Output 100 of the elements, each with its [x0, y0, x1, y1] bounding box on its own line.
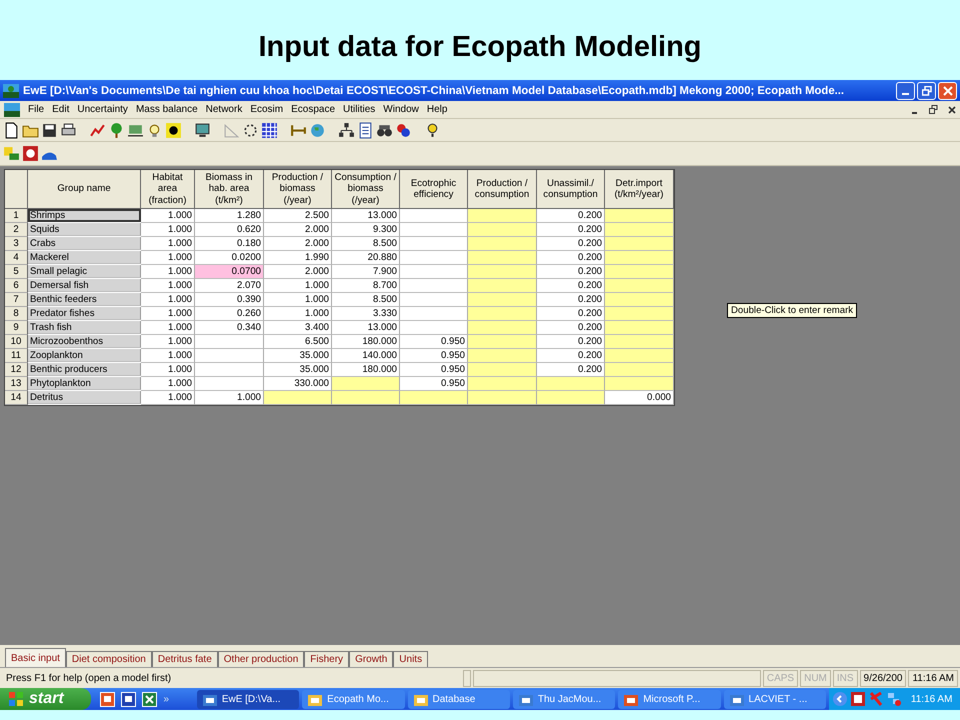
table-cell[interactable] — [468, 265, 537, 279]
group-name-cell[interactable]: Benthic feeders — [28, 293, 141, 306]
table-cell[interactable]: 3.400 — [264, 321, 332, 335]
table-cell[interactable]: 0.950 — [400, 349, 468, 363]
globe-icon[interactable] — [309, 122, 326, 138]
menu-item[interactable]: Ecospace — [291, 104, 336, 115]
table-cell[interactable] — [195, 377, 264, 391]
table-cell[interactable]: 6.500 — [264, 335, 332, 349]
table-cell[interactable]: 1.000 — [264, 293, 332, 307]
table-cell[interactable]: 2.500 — [264, 209, 332, 223]
group-name-cell[interactable]: Demersal fish — [28, 279, 141, 292]
table-cell[interactable]: 0.200 — [537, 321, 605, 335]
table-cell[interactable] — [605, 307, 674, 321]
table-cell[interactable]: 0.340 — [195, 321, 264, 335]
taskbar-button[interactable]: Ecopath Mo... — [302, 690, 404, 708]
table-cell[interactable] — [468, 223, 537, 237]
table-cell[interactable]: 3.330 — [332, 307, 400, 321]
minimize-button[interactable] — [896, 82, 915, 100]
table-cell[interactable] — [605, 251, 674, 265]
table-cell[interactable]: 0.200 — [537, 335, 605, 349]
print-icon[interactable] — [60, 122, 77, 138]
table-cell[interactable] — [468, 293, 537, 307]
table-cell[interactable]: 140.000 — [332, 349, 400, 363]
table-cell[interactable]: 0.200 — [537, 265, 605, 279]
taskbar-button[interactable]: Database — [408, 690, 510, 708]
taskbar-button[interactable]: Thu JacMou... — [512, 690, 616, 708]
table-cell[interactable] — [400, 265, 468, 279]
group-name-cell[interactable]: Squids — [28, 223, 141, 236]
table-cell[interactable] — [400, 307, 468, 321]
table-cell[interactable] — [400, 223, 468, 237]
table-cell[interactable]: 1.000 — [141, 349, 195, 363]
table-cell[interactable]: 1.280 — [195, 209, 264, 223]
table-cell[interactable]: 0.200 — [537, 251, 605, 265]
table-cell[interactable]: 2.070 — [195, 279, 264, 293]
table-cell[interactable]: 35.000 — [264, 349, 332, 363]
table-cell[interactable] — [605, 223, 674, 237]
group-name-cell[interactable]: Predator fishes — [28, 307, 141, 320]
table-cell[interactable]: 1.000 — [141, 321, 195, 335]
table-cell[interactable]: 20.880 — [332, 251, 400, 265]
table-cell[interactable]: 1.000 — [141, 223, 195, 237]
close-button[interactable] — [938, 82, 957, 100]
group-name-cell[interactable]: Benthic producers — [28, 363, 141, 376]
table-cell[interactable] — [400, 293, 468, 307]
tree-icon[interactable] — [108, 122, 125, 138]
table-cell[interactable]: 0.620 — [195, 223, 264, 237]
monitor-icon[interactable] — [194, 122, 211, 138]
taskbar-button[interactable]: EwE [D:\Va... — [196, 690, 300, 708]
table-cell[interactable]: 1.000 — [141, 363, 195, 377]
taskbar-button[interactable]: Microsoft P... — [618, 690, 721, 708]
table-cell[interactable]: 9.300 — [332, 223, 400, 237]
table-cell[interactable]: 180.000 — [332, 335, 400, 349]
table-cell[interactable]: 0.390 — [195, 293, 264, 307]
table-cell[interactable]: 2.000 — [264, 237, 332, 251]
table-cell[interactable]: 1.000 — [264, 307, 332, 321]
menu-item[interactable]: Help — [426, 104, 448, 115]
chevron[interactable]: » — [163, 694, 169, 704]
menu-item[interactable]: Mass balance — [136, 104, 198, 115]
table-cell[interactable]: 8.700 — [332, 279, 400, 293]
table-cell[interactable]: 0.200 — [537, 307, 605, 321]
table-cell[interactable]: 0.200 — [537, 363, 605, 377]
table-cell[interactable] — [605, 265, 674, 279]
table-cell[interactable]: 1.000 — [141, 391, 195, 405]
table-cell[interactable] — [468, 335, 537, 349]
table-cell[interactable]: 0.950 — [400, 335, 468, 349]
restore-button[interactable] — [917, 82, 936, 100]
table-cell[interactable] — [605, 293, 674, 307]
menu-item[interactable]: File — [28, 104, 44, 115]
table-cell[interactable] — [400, 251, 468, 265]
table-cell[interactable]: 35.000 — [264, 363, 332, 377]
hierarchy-icon[interactable] — [338, 122, 355, 138]
tab[interactable]: Basic input — [5, 648, 66, 667]
expand-icon[interactable] — [832, 692, 847, 706]
group-name-cell[interactable]: Small pelagic — [28, 265, 141, 278]
table-cell[interactable]: 0.950 — [400, 363, 468, 377]
table-cell[interactable]: 1.000 — [141, 279, 195, 293]
table-cell[interactable] — [195, 363, 264, 377]
table-cell[interactable]: 1.000 — [141, 307, 195, 321]
tab[interactable]: Diet composition — [66, 651, 152, 667]
document-icon[interactable] — [121, 692, 136, 706]
table-cell[interactable]: 1.000 — [141, 209, 195, 223]
table-cell[interactable]: 0.200 — [537, 293, 605, 307]
tab[interactable]: Fishery — [304, 651, 350, 667]
table-cell[interactable]: 0.260 — [195, 307, 264, 321]
table-cell[interactable] — [468, 391, 537, 405]
table-cell[interactable]: 8.500 — [332, 293, 400, 307]
tab[interactable]: Growth — [349, 651, 394, 667]
close-icon[interactable] — [948, 106, 956, 114]
document-icon[interactable] — [357, 122, 374, 138]
table-cell[interactable] — [400, 279, 468, 293]
table-cell[interactable]: 180.000 — [332, 363, 400, 377]
table-cell[interactable] — [468, 209, 537, 223]
menu-item[interactable]: Window — [383, 104, 419, 115]
table-cell[interactable]: 1.000 — [141, 335, 195, 349]
table-cell[interactable]: 2.000 — [264, 265, 332, 279]
table-cell[interactable] — [468, 349, 537, 363]
save-icon[interactable] — [41, 122, 58, 138]
table-cell[interactable]: 0.0700 — [195, 265, 264, 279]
table-cell[interactable]: 330.000 — [264, 377, 332, 391]
slides-icon[interactable] — [100, 692, 116, 706]
table-cell[interactable]: 1.000 — [141, 265, 195, 279]
